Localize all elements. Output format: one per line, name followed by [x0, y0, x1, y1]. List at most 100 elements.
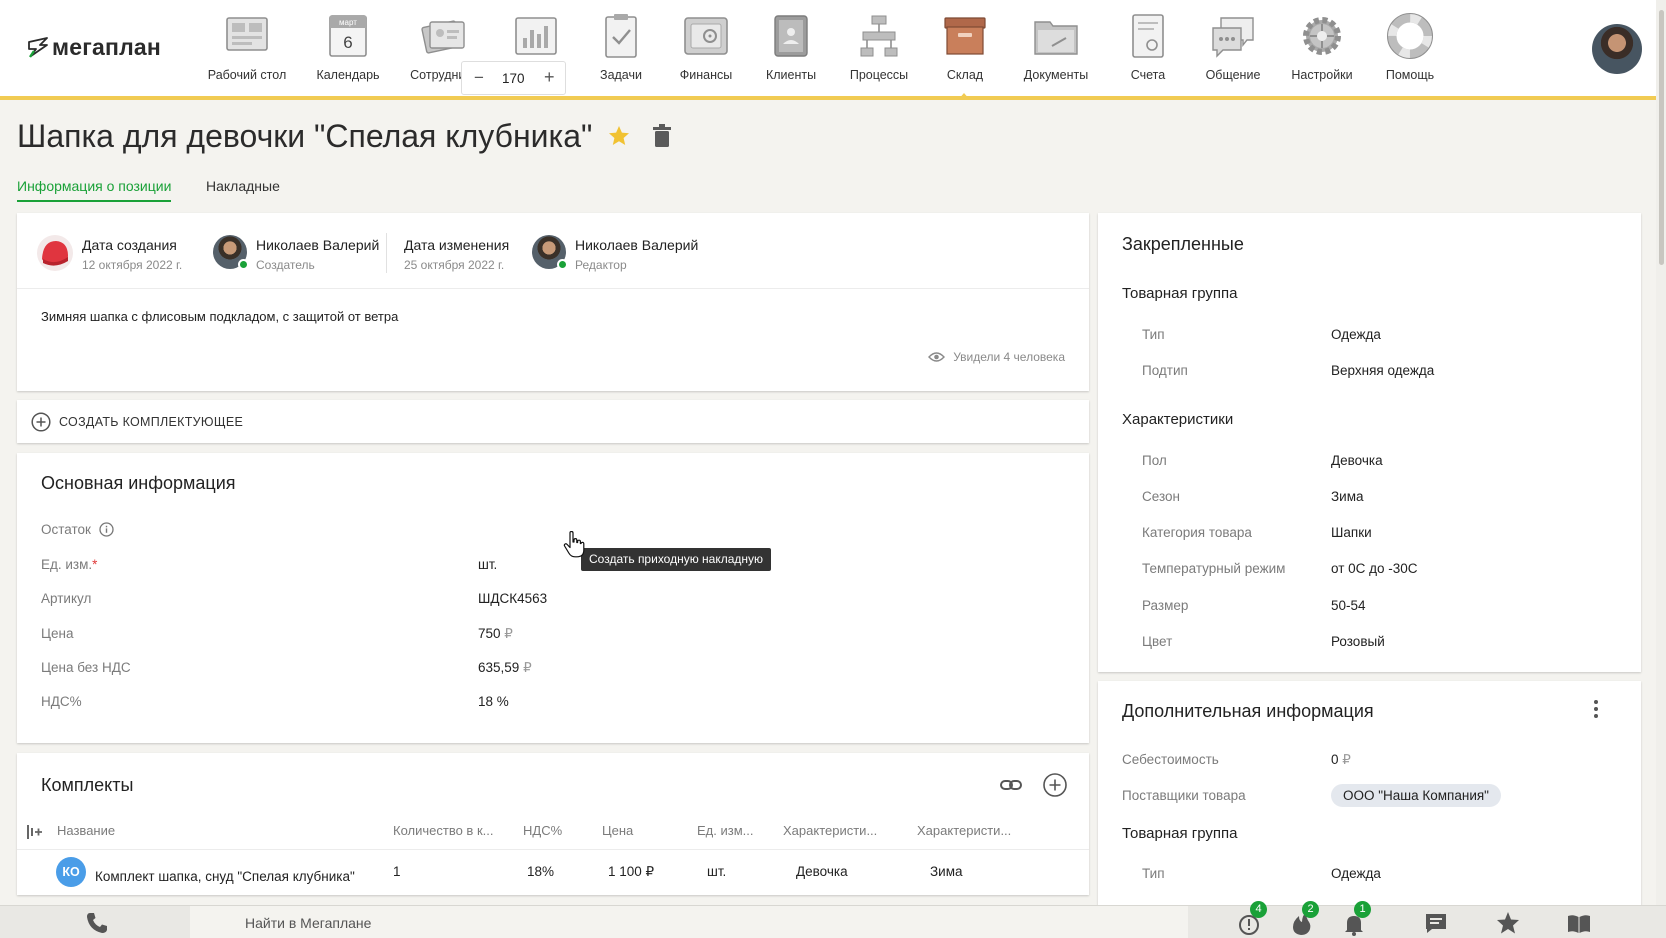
- stock-stepper[interactable]: − 170 +: [461, 61, 566, 95]
- price-novat-value[interactable]: 635,59 ₽: [478, 660, 532, 676]
- meta-divider: [386, 233, 387, 273]
- logo-text: мегаплан: [52, 34, 161, 60]
- creator-info[interactable]: Николаев Валерий Создатель: [213, 235, 379, 272]
- create-component-button[interactable]: СОЗДАТЬ КОМПЛЕКТУЮЩЕЕ: [17, 400, 1089, 443]
- kit-price: 1 100 ₽: [608, 864, 655, 879]
- favorite-star-icon[interactable]: [607, 124, 631, 148]
- table-header-divider: [17, 849, 1089, 850]
- col-char1[interactable]: Характеристи...: [783, 823, 877, 838]
- user-avatar[interactable]: [1592, 24, 1642, 74]
- kit-vat: 18%: [527, 864, 555, 879]
- nav-warehouse[interactable]: Склад: [915, 12, 1015, 82]
- tasks-icon: [605, 14, 637, 58]
- global-search-input[interactable]: [245, 913, 665, 933]
- vat-value[interactable]: 18 %: [478, 694, 509, 709]
- hot-button[interactable]: 2: [1288, 901, 1319, 937]
- hand-cursor-icon: [563, 531, 585, 558]
- reports-icon: [515, 17, 557, 55]
- add-kit-icon[interactable]: [1042, 772, 1068, 798]
- top-navigation-bar: мегаплан Рабочий стол март 6 Календарь Со…: [0, 0, 1666, 100]
- svg-text:6: 6: [343, 33, 352, 52]
- nav-processes[interactable]: Процессы: [829, 12, 929, 82]
- processes-icon: [860, 15, 898, 57]
- views-counter[interactable]: Увидели 4 человека: [928, 350, 1065, 364]
- page-title: Шапка для девочки "Спелая клубника": [17, 118, 593, 154]
- kit-name-link[interactable]: Комплект шапка, снуд "Спелая клубника": [95, 869, 355, 884]
- product-group-heading: Товарная группа: [1122, 285, 1238, 302]
- stock-value[interactable]: 170: [502, 71, 525, 86]
- nav-chat[interactable]: Общение: [1183, 12, 1283, 82]
- help-icon: [1387, 13, 1433, 59]
- pinned-card: Закрепленные Товарная группа Тип Одежда П…: [1098, 213, 1641, 672]
- alerts-count-badge: 4: [1250, 901, 1267, 918]
- col-qty[interactable]: Количество в к...: [393, 823, 493, 838]
- created-info: Дата создания 12 октября 2022 г.: [37, 235, 182, 272]
- pinned-title: Закрепленные: [1122, 234, 1244, 254]
- nav-settings[interactable]: Настройки: [1272, 12, 1372, 82]
- col-price[interactable]: Цена: [602, 823, 633, 838]
- calendar-icon: март 6: [329, 15, 367, 57]
- editor-info[interactable]: Николаев Валерий Редактор: [532, 235, 698, 272]
- info-icon[interactable]: [99, 522, 114, 537]
- delete-trash-icon[interactable]: [652, 124, 672, 148]
- main-info-title: Основная информация: [41, 473, 236, 493]
- kit-qty: 1: [393, 864, 401, 879]
- notifications-count-badge: 1: [1354, 901, 1371, 918]
- editor-avatar[interactable]: [532, 235, 568, 270]
- desktop-icon: [226, 17, 268, 51]
- price-value[interactable]: 750 ₽: [478, 626, 513, 642]
- nav-desktop[interactable]: Рабочий стол: [197, 12, 297, 82]
- product-thumbnail: [37, 235, 73, 271]
- decrement-button[interactable]: −: [474, 68, 484, 88]
- sku-value[interactable]: ШДСК4563: [478, 591, 547, 606]
- more-menu-icon[interactable]: [1593, 699, 1599, 719]
- kit-char1: Девочка: [796, 864, 848, 879]
- increment-button[interactable]: +: [544, 67, 555, 88]
- employees-icon: [421, 20, 465, 54]
- favorites-star-icon[interactable]: [1494, 909, 1522, 937]
- kits-card: Комплекты Название Количество в к... НДС…: [17, 753, 1089, 895]
- tab-waybills[interactable]: Накладные: [206, 178, 280, 194]
- clients-icon: [774, 15, 808, 57]
- link-icon[interactable]: [999, 773, 1023, 797]
- main-info-card: Основная информация Остаток Ед. изм.* шт…: [17, 453, 1089, 743]
- kits-title: Комплекты: [41, 775, 134, 795]
- extra-product-group-heading: Товарная группа: [1122, 825, 1238, 842]
- online-status-dot: [557, 259, 568, 270]
- documents-icon: [1034, 21, 1078, 55]
- tab-position-info[interactable]: Информация о позиции: [17, 178, 172, 202]
- col-char2[interactable]: Характеристи...: [917, 823, 1011, 838]
- nav-documents[interactable]: Документы: [1006, 12, 1106, 82]
- online-status-dot: [238, 259, 249, 270]
- notifications-button[interactable]: 1: [1340, 901, 1371, 937]
- additional-info-card: Дополнительная информация Себестоимость 0…: [1098, 681, 1641, 911]
- kit-char2: Зима: [930, 864, 963, 879]
- product-description[interactable]: Зимняя шапка с флисовым подкладом, с защ…: [41, 309, 398, 324]
- eye-icon: [928, 352, 946, 362]
- phone-icon[interactable]: [83, 909, 111, 937]
- col-vat[interactable]: НДС%: [523, 823, 562, 838]
- knowledge-book-icon[interactable]: [1565, 909, 1593, 937]
- kit-unit: шт.: [707, 864, 727, 879]
- logo-mark-icon: [28, 36, 48, 58]
- svg-text:март: март: [339, 18, 357, 27]
- col-name[interactable]: Название: [57, 823, 115, 838]
- nav-clients[interactable]: Клиенты: [741, 12, 841, 82]
- nav-help[interactable]: Помощь: [1360, 12, 1460, 82]
- add-circle-icon: [31, 411, 51, 432]
- hot-count-badge: 2: [1302, 901, 1319, 918]
- supplier-chip[interactable]: ООО "Наша Компания": [1331, 784, 1501, 807]
- invoices-icon: [1132, 14, 1164, 58]
- nav-calendar[interactable]: март 6 Календарь: [298, 12, 398, 82]
- column-settings-icon[interactable]: [27, 825, 42, 839]
- scrollbar-thumb[interactable]: [1659, 10, 1664, 265]
- megaplan-logo[interactable]: мегаплан: [28, 34, 161, 61]
- messages-icon[interactable]: [1422, 909, 1450, 937]
- additional-info-title: Дополнительная информация: [1122, 701, 1374, 721]
- col-unit[interactable]: Ед. изм...: [697, 823, 753, 838]
- alerts-button[interactable]: 4: [1236, 901, 1267, 937]
- tooltip: Создать приходную накладную: [581, 548, 772, 571]
- creator-avatar[interactable]: [213, 235, 249, 270]
- settings-icon: [1303, 17, 1341, 55]
- unit-value[interactable]: шт.: [478, 557, 497, 572]
